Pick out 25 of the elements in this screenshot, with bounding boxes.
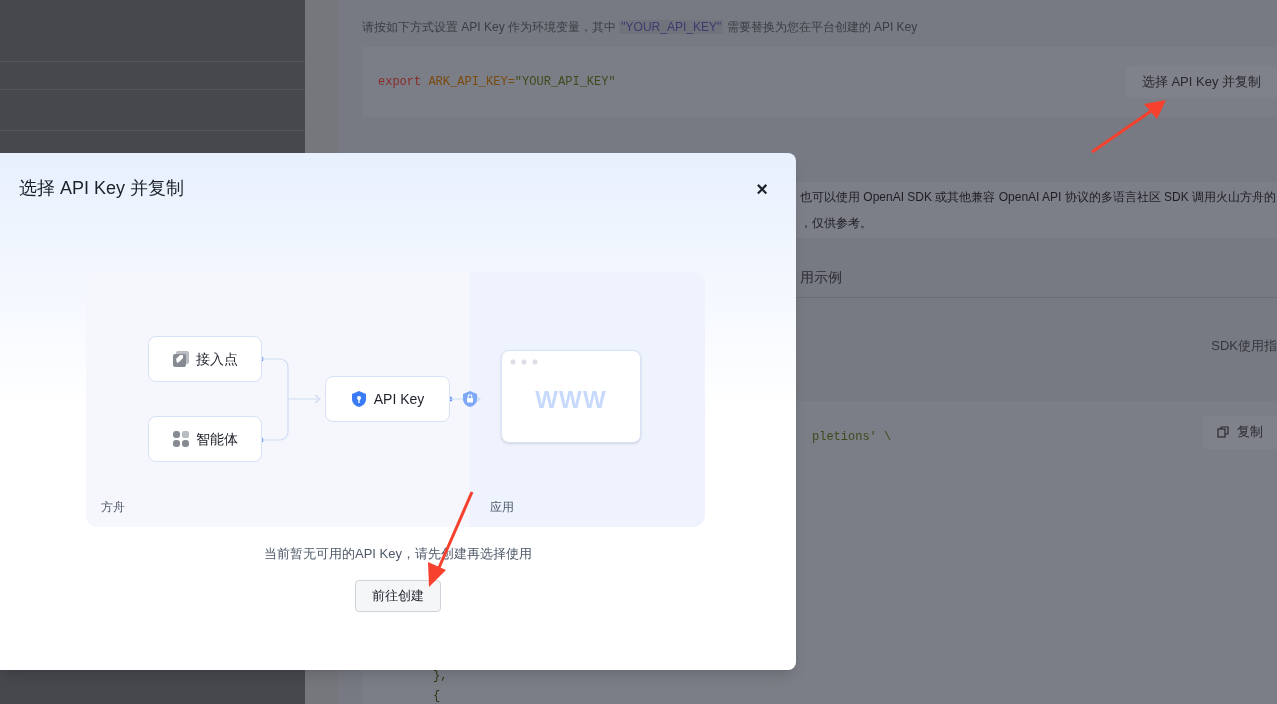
code-line: {: [433, 687, 442, 704]
window-dots-icon: [510, 359, 540, 365]
grid-icon: [172, 431, 189, 447]
create-button[interactable]: 前往创建: [355, 579, 441, 612]
code-line: export ARK_API_KEY="YOUR_API_KEY": [378, 74, 616, 91]
code-line: },: [433, 667, 448, 685]
shield-icon: [350, 390, 367, 408]
rocket-icon: [172, 351, 189, 367]
source-node: 接入点: [148, 336, 262, 382]
lock-shield-icon: [462, 390, 478, 408]
copy-button[interactable]: 复制: [1203, 415, 1277, 449]
info-text: 也可以使用 OpenAI SDK 或其他兼容 OpenAI API 协议的多语言社区 SDK 调用火山方舟的: [800, 189, 1277, 206]
copy-icon: [1217, 426, 1229, 438]
source-node: 智能体: [148, 416, 262, 462]
code-line: pletions' \: [812, 428, 892, 446]
info-text: ，仅供参考。: [800, 215, 873, 232]
zone-label: 方舟: [101, 499, 125, 516]
sdk-guide-link[interactable]: SDK使用指: [1211, 336, 1277, 356]
www-text: WWW: [535, 384, 607, 415]
api-key-node: API Key: [325, 376, 450, 422]
tab[interactable]: 用示例: [800, 267, 842, 288]
close-button[interactable]: ×: [756, 178, 768, 199]
dialog-title: 选择 API Key 并复制: [19, 177, 185, 200]
select-key-button[interactable]: 选择 API Key 并复制: [1125, 66, 1277, 98]
zone-label: 应用: [490, 499, 514, 516]
